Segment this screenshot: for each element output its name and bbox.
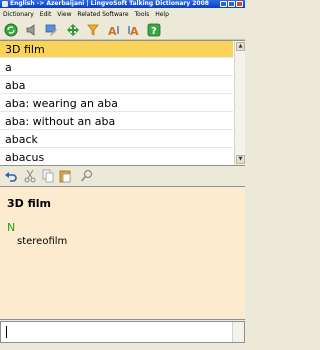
cut-icon[interactable] [23,169,37,183]
svg-text:A: A [108,25,117,37]
minimize-button[interactable] [220,1,227,7]
word-list-item[interactable]: 3D film [0,41,233,58]
title-bar: English -> Azerbaijani | LingvoSoft Talk… [0,0,245,8]
menu-related-software[interactable]: Related Software [77,11,128,18]
paste-icon[interactable] [58,169,72,183]
menu-tools[interactable]: Tools [135,11,150,18]
menu-bar: Dictionary Edit View Related Software To… [0,9,245,20]
find-icon[interactable] [80,169,94,183]
speaker-icon[interactable] [24,23,38,37]
flag-edit-icon[interactable] [44,23,58,37]
close-button[interactable] [236,1,243,7]
part-of-speech: N [7,221,16,234]
refresh-icon[interactable] [4,23,18,37]
scroll-up-arrow-icon[interactable]: ▲ [236,42,245,51]
app-icon [2,1,8,7]
window-title: English -> Azerbaijani | LingvoSoft Talk… [10,0,209,7]
svg-text:A: A [130,25,139,37]
filter-icon[interactable] [86,23,100,37]
main-toolbar: A A ? [0,20,245,40]
menu-dictionary[interactable]: Dictionary [3,11,34,18]
svg-text:?: ? [151,26,157,37]
navigate-icon[interactable] [66,23,80,37]
menu-edit[interactable]: Edit [40,11,52,18]
edit-toolbar [0,166,245,186]
input-scrollbar[interactable] [232,322,244,342]
word-list: 3D film a aba aba: wearing an aba aba: w… [0,40,245,166]
text-caret [6,326,7,338]
word-list-item[interactable]: a [0,59,233,76]
word-list-item[interactable]: aback [0,131,233,148]
article-translation: stereofilm [17,236,68,247]
word-list-item[interactable]: aba [0,77,233,94]
help-icon[interactable]: ? [147,23,161,37]
article-pane: 3D film N stereofilm [0,186,245,320]
word-list-item[interactable]: aba: wearing an aba [0,95,233,112]
word-list-item[interactable]: aba: without an aba [0,113,233,130]
word-list-scrollbar[interactable]: ▲ ▼ [234,41,245,165]
article-headword: 3D film [7,197,51,210]
font-larger-icon[interactable]: A [127,23,141,37]
search-input[interactable] [4,324,229,340]
scroll-down-arrow-icon[interactable]: ▼ [236,155,245,164]
menu-view[interactable]: View [57,11,71,18]
menu-help[interactable]: Help [155,11,169,18]
maximize-button[interactable] [228,1,235,7]
search-input-box [0,321,245,343]
font-smaller-icon[interactable]: A [107,23,121,37]
undo-icon[interactable] [4,169,18,183]
word-list-item[interactable]: abacus [0,149,233,165]
copy-icon[interactable] [41,169,55,183]
